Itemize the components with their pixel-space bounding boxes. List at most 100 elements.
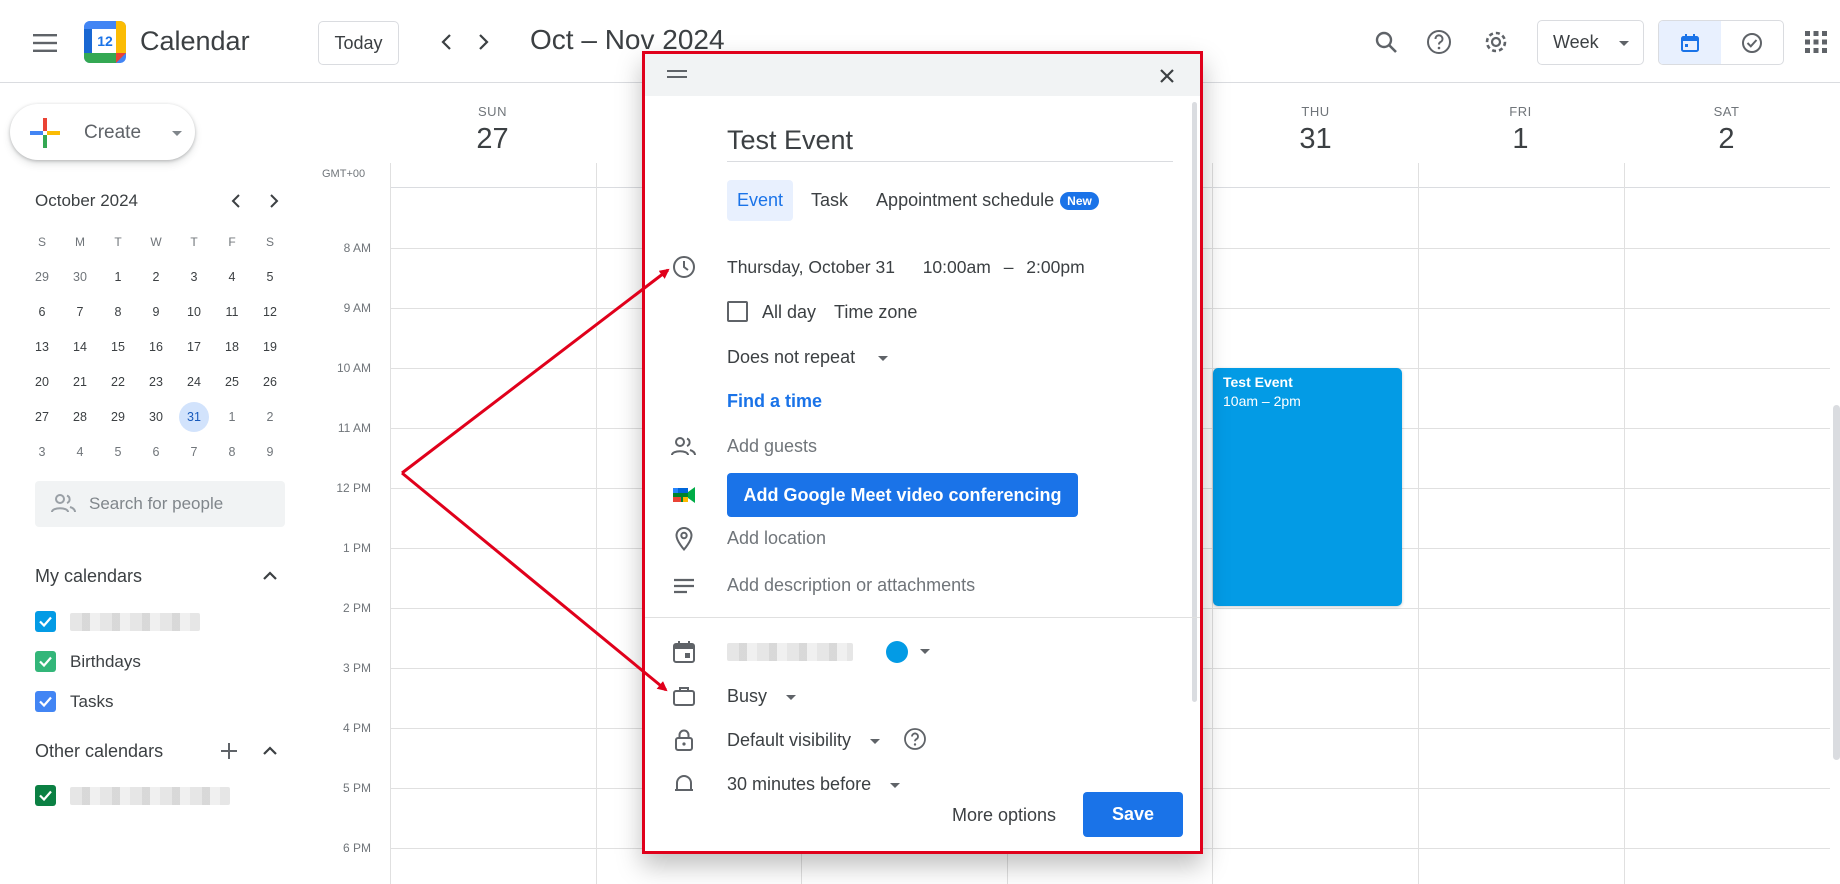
- mini-calendar-day[interactable]: 20: [23, 367, 61, 397]
- calendar-list-item[interactable]: [35, 611, 200, 632]
- calendar-checkbox[interactable]: [35, 611, 56, 632]
- mini-calendar-day[interactable]: 19: [251, 332, 289, 362]
- mini-calendar-day[interactable]: 7: [175, 437, 213, 467]
- dialog-drag-bar[interactable]: [645, 54, 1200, 96]
- tasks-view-toggle[interactable]: [1721, 21, 1783, 64]
- mini-calendar-day[interactable]: 18: [213, 332, 251, 362]
- tab-event[interactable]: Event: [727, 180, 794, 221]
- mini-calendar-day[interactable]: 6: [137, 437, 175, 467]
- day-header[interactable]: FRI 1: [1418, 104, 1623, 156]
- mini-calendar-day[interactable]: 2: [251, 402, 289, 432]
- grid-scrollbar[interactable]: [1833, 405, 1840, 760]
- add-google-meet-button[interactable]: Add Google Meet video conferencing: [727, 473, 1078, 517]
- mini-calendar-day[interactable]: 24: [175, 367, 213, 397]
- my-calendars-collapse-button[interactable]: [260, 566, 280, 586]
- visibility-help-icon[interactable]: [903, 727, 927, 751]
- mini-calendar-day[interactable]: 2: [137, 262, 175, 292]
- mini-calendar-day[interactable]: 27: [23, 402, 61, 432]
- create-button[interactable]: Create: [10, 104, 195, 160]
- time-zone-button[interactable]: Time zone: [834, 302, 917, 323]
- mini-calendar-day[interactable]: 29: [23, 262, 61, 292]
- next-week-button[interactable]: [466, 24, 502, 60]
- mini-calendar-day[interactable]: 1: [213, 402, 251, 432]
- event-color-picker[interactable]: [886, 641, 908, 663]
- people-search-input[interactable]: [89, 494, 269, 514]
- mini-calendar-day[interactable]: 12: [251, 297, 289, 327]
- main-menu-button[interactable]: [24, 22, 66, 64]
- mini-calendar-day[interactable]: 26: [251, 367, 289, 397]
- mini-calendar-day[interactable]: 5: [251, 262, 289, 292]
- tab-appointment-schedule[interactable]: Appointment schedule New: [866, 180, 1109, 221]
- event-start-time[interactable]: 10:00am: [923, 257, 991, 277]
- calendar-owner-name[interactable]: [727, 643, 853, 661]
- calendar-checkbox[interactable]: [35, 651, 56, 672]
- mini-calendar-day[interactable]: 13: [23, 332, 61, 362]
- settings-button[interactable]: [1476, 22, 1516, 62]
- calendar-checkbox[interactable]: [35, 785, 56, 806]
- help-button[interactable]: [1419, 22, 1459, 62]
- mini-calendar-day[interactable]: 3: [23, 437, 61, 467]
- calendar-list-item[interactable]: Tasks: [35, 691, 113, 712]
- mini-calendar-day[interactable]: 21: [61, 367, 99, 397]
- other-calendars-collapse-button[interactable]: [260, 741, 280, 761]
- mini-calendar-day[interactable]: 23: [137, 367, 175, 397]
- add-guests-field[interactable]: Add guests: [727, 436, 817, 457]
- mini-calendar-day[interactable]: 10: [175, 297, 213, 327]
- mini-calendar-day[interactable]: 30: [61, 262, 99, 292]
- mini-calendar-next-button[interactable]: [262, 189, 286, 213]
- mini-calendar-day[interactable]: 8: [213, 437, 251, 467]
- calendar-view-toggle[interactable]: [1659, 21, 1721, 64]
- visibility-dropdown[interactable]: Default visibility: [727, 730, 881, 751]
- day-number[interactable]: 1: [1418, 123, 1623, 156]
- mini-calendar-day[interactable]: 25: [213, 367, 251, 397]
- mini-calendar-day[interactable]: 8: [99, 297, 137, 327]
- day-number[interactable]: 2: [1624, 123, 1829, 156]
- all-day-checkbox[interactable]: [727, 301, 748, 322]
- mini-calendar-day[interactable]: 28: [61, 402, 99, 432]
- mini-calendar-day[interactable]: 30: [137, 402, 175, 432]
- close-dialog-button[interactable]: [1153, 62, 1181, 90]
- calendar-list-item[interactable]: Birthdays: [35, 651, 141, 672]
- mini-calendar-day[interactable]: 15: [99, 332, 137, 362]
- mini-calendar-day[interactable]: 3: [175, 262, 213, 292]
- event-date[interactable]: Thursday, October 31: [727, 257, 895, 277]
- mini-calendar-day[interactable]: 1: [99, 262, 137, 292]
- previous-week-button[interactable]: [428, 24, 464, 60]
- mini-calendar-day[interactable]: 14: [61, 332, 99, 362]
- day-header[interactable]: SUN 27: [390, 104, 595, 156]
- mini-calendar-day[interactable]: 11: [213, 297, 251, 327]
- mini-calendar-day[interactable]: 9: [251, 437, 289, 467]
- availability-dropdown[interactable]: Busy: [727, 686, 797, 707]
- event-block[interactable]: Test Event 10am – 2pm: [1213, 368, 1402, 606]
- mini-calendar-day[interactable]: 6: [23, 297, 61, 327]
- google-apps-button[interactable]: [1796, 22, 1836, 62]
- mini-calendar-day[interactable]: 17: [175, 332, 213, 362]
- day-number[interactable]: 27: [390, 123, 595, 156]
- calendar-logo[interactable]: 12: [84, 21, 126, 63]
- add-location-field[interactable]: Add location: [727, 528, 826, 549]
- mini-calendar-day-selected[interactable]: 31: [175, 401, 213, 432]
- save-button[interactable]: Save: [1083, 792, 1183, 837]
- day-number[interactable]: 31: [1213, 123, 1418, 156]
- tab-task[interactable]: Task: [801, 180, 858, 221]
- view-selector[interactable]: Week: [1537, 20, 1644, 65]
- mini-calendar-day[interactable]: 16: [137, 332, 175, 362]
- today-button[interactable]: Today: [318, 21, 399, 65]
- calendar-checkbox[interactable]: [35, 691, 56, 712]
- find-a-time-link[interactable]: Find a time: [727, 391, 822, 412]
- add-other-calendar-button[interactable]: [219, 741, 239, 761]
- mini-calendar-day[interactable]: 7: [61, 297, 99, 327]
- mini-calendar-day[interactable]: 22: [99, 367, 137, 397]
- mini-calendar-prev-button[interactable]: [224, 189, 248, 213]
- mini-calendar-day[interactable]: 29: [99, 402, 137, 432]
- repeat-dropdown[interactable]: Does not repeat: [727, 347, 889, 368]
- dialog-scrollbar[interactable]: [1192, 102, 1197, 702]
- day-header[interactable]: SAT 2: [1624, 104, 1829, 156]
- calendar-list-item[interactable]: [35, 785, 230, 806]
- more-options-button[interactable]: More options: [952, 805, 1056, 826]
- mini-calendar-day[interactable]: 5: [99, 437, 137, 467]
- add-description-field[interactable]: Add description or attachments: [727, 575, 975, 596]
- mini-calendar-day[interactable]: 4: [213, 262, 251, 292]
- day-header[interactable]: THU 31: [1213, 104, 1418, 156]
- event-title-input[interactable]: [727, 120, 1173, 162]
